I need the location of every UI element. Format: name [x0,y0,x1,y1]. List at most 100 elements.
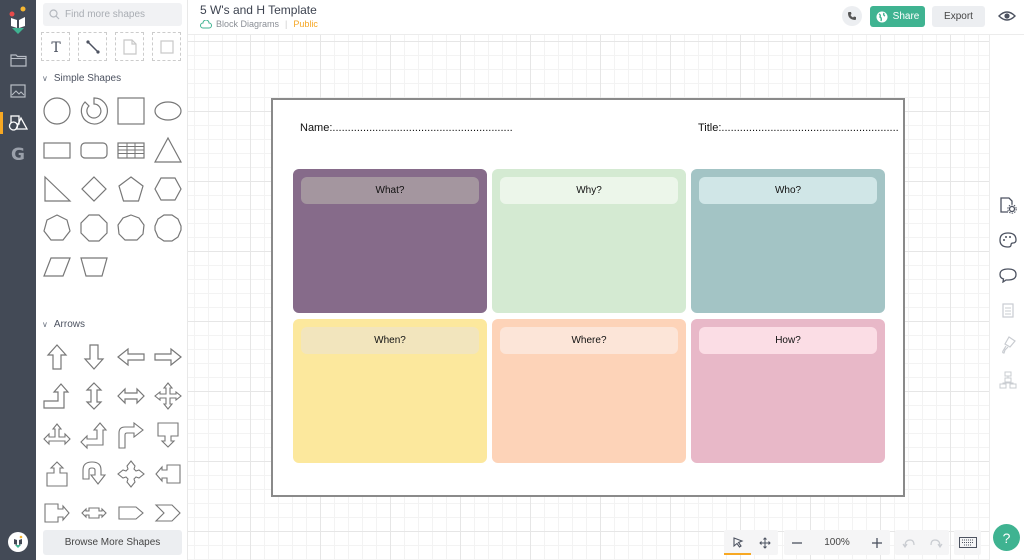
user-avatar[interactable] [8,532,28,552]
palette-icon [999,232,1017,248]
shape-callout-down[interactable] [150,415,186,454]
share-button[interactable]: Share [870,6,925,27]
shape-callout-left[interactable] [150,454,186,493]
zoom-level[interactable]: 100% [810,530,864,555]
undo-button[interactable] [895,530,922,555]
export-button[interactable]: Export [932,6,985,27]
card-label[interactable]: What? [301,177,479,204]
shape-circle[interactable] [39,91,75,130]
shape-arrow-up-down[interactable] [76,376,112,415]
redo-button[interactable] [922,530,949,555]
shape-nonagon[interactable] [113,208,149,247]
shapes-icon[interactable] [8,113,28,133]
connector-tool-button[interactable] [78,32,107,61]
card-who[interactable]: Who? [691,169,885,313]
shape-arrow-turn-right[interactable] [113,415,149,454]
shape-callout-right[interactable] [39,493,75,532]
shape-arrow-quad-diamond[interactable] [113,454,149,493]
shape-rectangle[interactable] [39,130,75,169]
shape-table[interactable] [113,130,149,169]
comments-button[interactable] [998,265,1018,285]
text-tool-button[interactable]: T [41,32,70,61]
document-title[interactable]: 5 W's and H Template [200,3,317,17]
zoom-in-button[interactable] [864,530,890,555]
shape-arrow-up[interactable] [39,337,75,376]
search-input[interactable] [65,9,175,20]
zoom-out-button[interactable] [784,530,810,555]
shape-pentagon-arrow[interactable] [113,493,149,532]
notes-icon [1002,303,1014,318]
shape-search[interactable] [43,3,182,26]
shape-donut[interactable] [76,91,112,130]
shape-hexagon[interactable] [150,169,186,208]
card-label[interactable]: Why? [500,177,678,204]
shape-arrow-tri[interactable] [39,415,75,454]
section-arrows[interactable]: ∨ Arrows [42,319,85,330]
card-why[interactable]: Why? [492,169,686,313]
card-label[interactable]: Who? [699,177,877,204]
card-where[interactable]: Where? [492,319,686,463]
shape-parallelogram[interactable] [39,247,75,286]
shape-callout-up[interactable] [39,454,75,493]
image-icon[interactable] [8,81,28,101]
shape-decagon[interactable] [150,208,186,247]
template-page[interactable]: Name:...................................… [271,98,905,497]
preview-button[interactable] [998,9,1016,23]
shape-arrow-left[interactable] [113,337,149,376]
select-tool[interactable] [724,530,751,555]
call-button[interactable] [842,6,862,26]
shape-right-triangle[interactable] [39,169,75,208]
container-tool-button[interactable] [152,32,181,61]
right-tool-rail [989,35,1024,560]
shape-arrow-bent-up[interactable] [39,376,75,415]
card-label[interactable]: How? [699,327,877,354]
card-label[interactable]: When? [301,327,479,354]
note-tool-button[interactable] [115,32,144,61]
layout-button[interactable] [998,370,1018,390]
shape-arrow-quad[interactable] [150,376,186,415]
shape-triangle[interactable] [150,130,186,169]
shape-arrow-u-turn[interactable] [76,454,112,493]
name-field[interactable]: Name:...................................… [300,122,513,134]
theme-button[interactable] [998,230,1018,250]
shape-octagon[interactable] [76,208,112,247]
pan-tool[interactable] [751,530,778,555]
card-how[interactable]: How? [691,319,885,463]
google-icon[interactable]: G [8,145,28,165]
chevron-down-icon: ∨ [42,74,48,83]
folder-link[interactable]: Block Diagrams [216,19,279,29]
shape-rounded-rectangle[interactable] [76,130,112,169]
shape-diamond[interactable] [76,169,112,208]
shape-arrow-down[interactable] [76,337,112,376]
active-indicator [0,112,3,134]
page-settings-icon [1000,197,1017,214]
keyboard-button[interactable] [954,530,981,555]
shapes-panel: T ∨ Simple Shapes [36,0,188,560]
shape-trapezoid[interactable] [76,247,112,286]
shape-pentagon[interactable] [113,169,149,208]
notes-button[interactable] [998,300,1018,320]
title-field[interactable]: Title:..................................… [698,122,899,134]
format-painter-button[interactable] [998,335,1018,355]
shape-arrow-left-right[interactable] [113,376,149,415]
card-label[interactable]: Where? [500,327,678,354]
shape-arrow-bent-left-up[interactable] [76,415,112,454]
section-simple-shapes[interactable]: ∨ Simple Shapes [42,73,121,84]
app-logo[interactable] [8,6,28,36]
shape-ellipse[interactable] [150,91,186,130]
folder-icon[interactable] [8,50,28,70]
card-when[interactable]: When? [293,319,487,463]
browse-more-shapes-button[interactable]: Browse More Shapes [43,530,182,555]
shape-heptagon[interactable] [39,208,75,247]
shape-callout-left-right[interactable] [76,493,112,532]
card-what[interactable]: What? [293,169,487,313]
document-meta: Block Diagrams | Public [200,19,318,29]
shape-square[interactable] [113,91,149,130]
page-settings-button[interactable] [998,195,1018,215]
svg-text:T: T [51,40,61,54]
shape-arrow-right[interactable] [150,337,186,376]
visibility-badge[interactable]: Public [293,19,318,29]
shape-chevron[interactable] [150,493,186,532]
help-button[interactable]: ? [993,524,1020,551]
comment-icon [999,268,1017,283]
